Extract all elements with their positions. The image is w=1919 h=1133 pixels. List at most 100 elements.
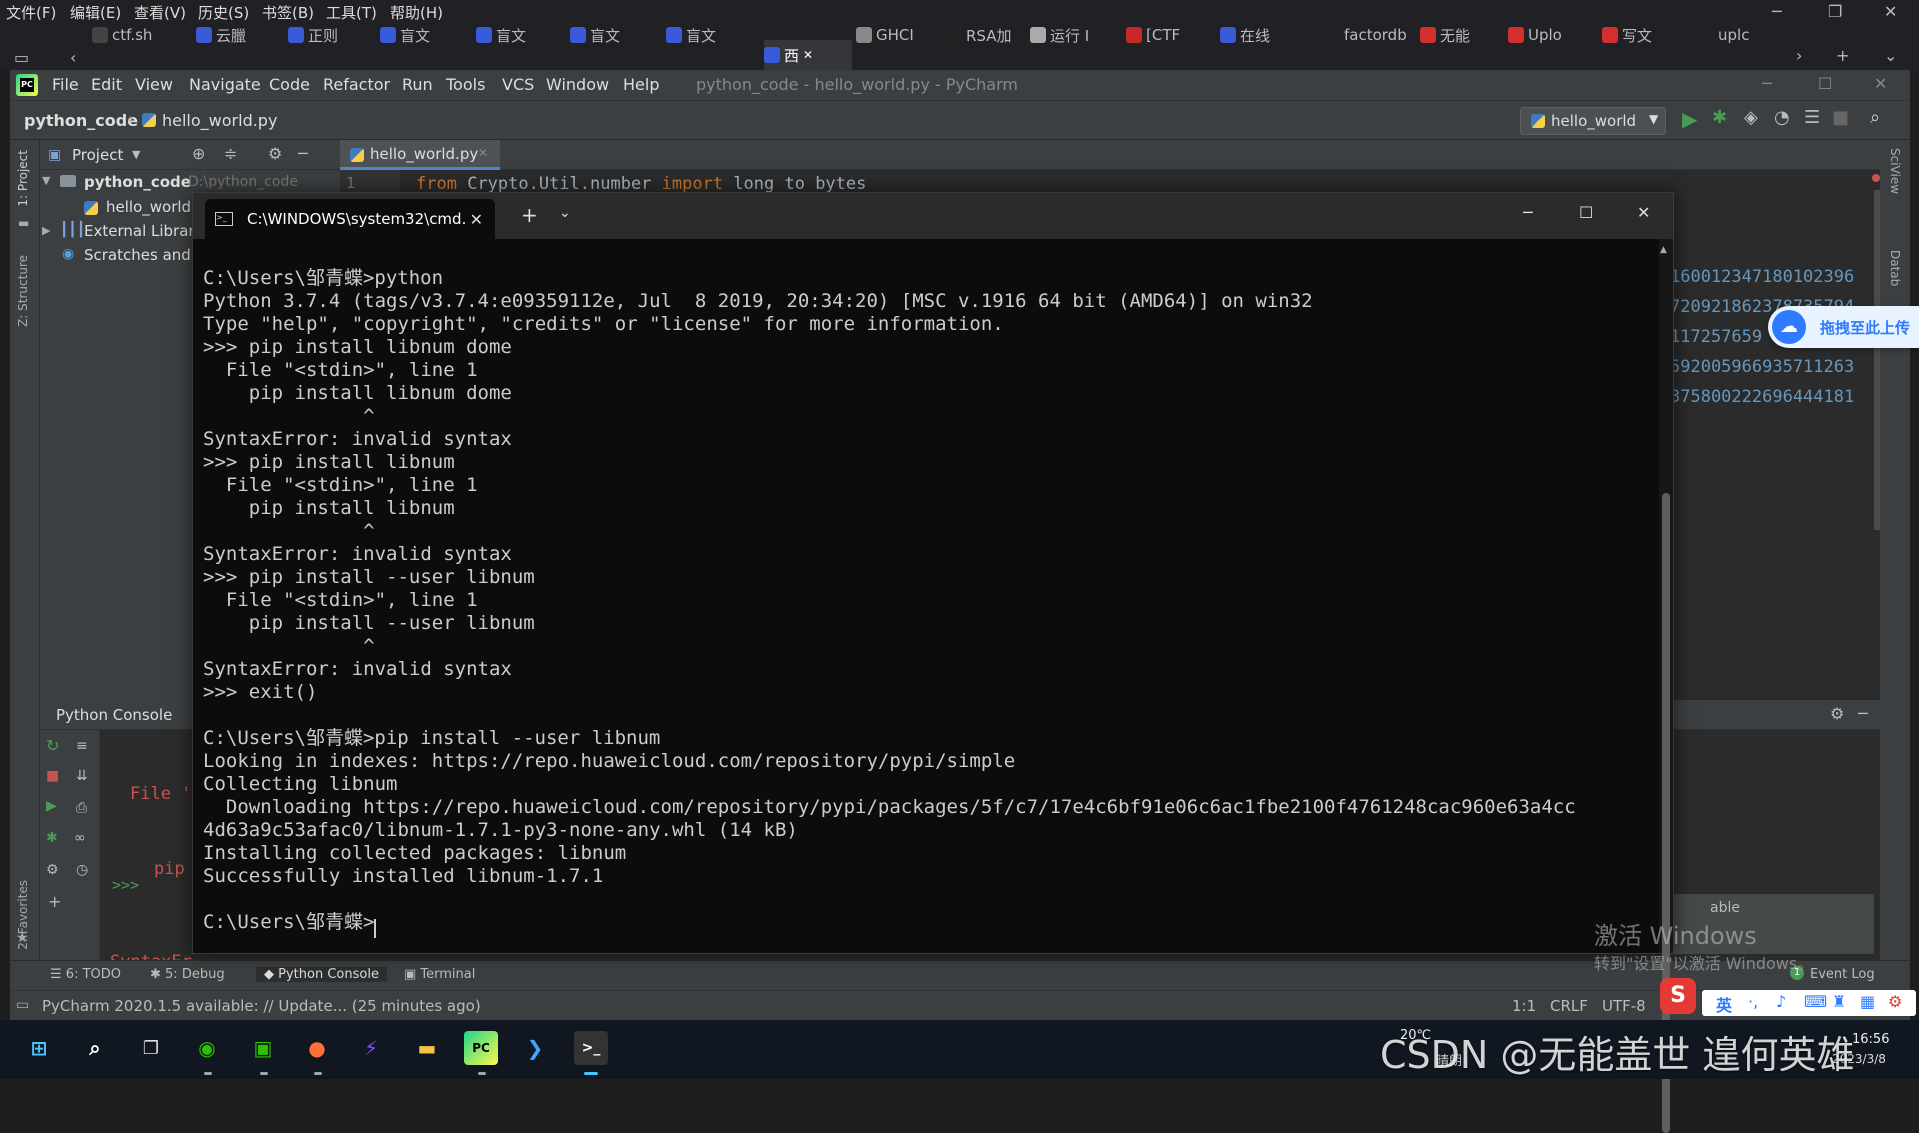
menu-help[interactable]: Help xyxy=(623,75,659,94)
print-icon[interactable]: ⎙ xyxy=(76,800,87,816)
toolbox-icon[interactable]: ▦ xyxy=(1860,992,1875,1011)
console-settings-gear-icon[interactable]: ⚙ xyxy=(1830,704,1844,723)
cmd-title-bar[interactable]: >_ C:\WINDOWS\system32\cmd. ✕ + ⌄ ─ ☐ ✕ xyxy=(193,193,1673,239)
pycharm-taskbar-icon[interactable]: PC xyxy=(464,1031,498,1065)
console-settings-icon[interactable]: ⚙ xyxy=(46,862,59,878)
editor-tab-hello-world[interactable]: hello_world.py ✕ xyxy=(340,140,500,170)
cmd-output[interactable]: C:\Users\邹青蝶>python Python 3.7.4 (tags/v3… xyxy=(193,239,1659,953)
browser-tab[interactable]: Uplo xyxy=(1508,24,1592,46)
browser-tab[interactable]: ctf.sh xyxy=(92,24,188,46)
file-explorer-icon[interactable]: ▬ xyxy=(410,1031,444,1065)
history-clock-icon[interactable]: ◷ xyxy=(76,862,88,878)
tool-python-console[interactable]: ◆ Python Console xyxy=(256,967,387,982)
menu-refactor[interactable]: Refactor xyxy=(323,75,390,94)
status-line-separator[interactable]: CRLF xyxy=(1550,997,1588,1015)
project-panel-title[interactable]: Project xyxy=(72,146,123,164)
new-console-icon[interactable]: + xyxy=(48,892,61,911)
windows-start-icon[interactable]: ⊞ xyxy=(22,1031,56,1065)
browser-menu-help[interactable]: 帮助(H) xyxy=(390,2,443,23)
wechat-icon[interactable]: ◉ xyxy=(190,1031,224,1065)
variables-icon[interactable]: ∞ xyxy=(74,830,86,846)
browser-menu-history[interactable]: 历史(S) xyxy=(198,2,249,23)
soft-wrap-icon[interactable]: ≡ xyxy=(76,738,88,754)
tab-overflow-icon[interactable]: ⌄ xyxy=(1884,46,1897,65)
collapse-all-icon[interactable]: ≑ xyxy=(224,144,237,163)
tool-window-sciview[interactable]: SciView xyxy=(1888,148,1902,194)
cmd-minimize-icon[interactable]: ─ xyxy=(1523,203,1533,222)
tool-window-project[interactable]: 1: Project xyxy=(16,150,30,207)
cmd-scroll-up-icon[interactable]: ▲ xyxy=(1660,245,1667,255)
tool-window-database[interactable]: Datab xyxy=(1888,250,1902,286)
locate-file-icon[interactable]: ⊕ xyxy=(192,144,205,163)
run-icon[interactable]: ▶ xyxy=(1682,107,1697,131)
browser-tab[interactable]: 云臘 xyxy=(196,24,282,46)
menu-tools[interactable]: Tools xyxy=(446,75,485,94)
tree-expand-icon[interactable]: ▶ xyxy=(42,224,50,237)
keyboard-icon[interactable]: ⌨ xyxy=(1804,992,1827,1011)
browser-tab[interactable]: factordb xyxy=(1324,24,1418,46)
ime-mode[interactable]: 英 xyxy=(1716,992,1732,1016)
browser-tab[interactable]: RSA加 xyxy=(946,24,1026,46)
punctuation-icon[interactable]: ·, xyxy=(1748,992,1758,1011)
rerun-icon[interactable]: ↻ xyxy=(46,736,59,755)
tab-scroll-left-icon[interactable]: ‹ xyxy=(70,48,76,67)
tool-window-structure[interactable]: Z: Structure xyxy=(16,255,30,327)
tree-expand-icon[interactable]: ▼ xyxy=(42,174,50,187)
coverage-icon[interactable]: ◈ xyxy=(1744,107,1758,128)
console-title[interactable]: Python Console xyxy=(56,706,172,724)
browser-close-icon[interactable]: ✕ xyxy=(1884,2,1897,21)
pycharm-minimize-icon[interactable]: ─ xyxy=(1762,74,1772,93)
browser-tab[interactable]: 在线 xyxy=(1220,24,1314,46)
stop-console-icon[interactable]: ■ xyxy=(46,768,59,784)
menu-edit[interactable]: Edit xyxy=(91,75,122,94)
browser-minimize-icon[interactable]: ─ xyxy=(1772,2,1782,21)
cmd-close-icon[interactable]: ✕ xyxy=(1637,203,1650,222)
menu-window[interactable]: Window xyxy=(546,75,609,94)
browser-tab[interactable]: 盲文 xyxy=(380,24,466,46)
vscode-icon[interactable]: ❯ xyxy=(518,1031,552,1065)
tool-debug[interactable]: ✱ 5: Debug xyxy=(150,967,225,982)
status-encoding[interactable]: UTF-8 xyxy=(1602,997,1646,1015)
menu-navigate[interactable]: Navigate xyxy=(189,75,261,94)
close-tab-icon[interactable]: ✕ xyxy=(478,146,488,160)
new-tab-icon[interactable]: + xyxy=(1836,46,1849,65)
browser-tab[interactable]: GHCI xyxy=(856,24,940,46)
cmd-dropdown-icon[interactable]: ⌄ xyxy=(559,205,571,221)
cmd-terminal-window[interactable]: >_ C:\WINDOWS\system32\cmd. ✕ + ⌄ ─ ☐ ✕ … xyxy=(192,192,1674,1133)
cmd-maximize-icon[interactable]: ☐ xyxy=(1579,203,1593,222)
browser-restore-icon[interactable]: ❐ xyxy=(1828,2,1842,21)
close-tab-icon[interactable]: ✕ xyxy=(803,48,813,62)
stop-icon[interactable]: ■ xyxy=(1832,107,1849,128)
execute-icon[interactable]: ▶ xyxy=(46,798,57,814)
cmd-tab[interactable]: >_ C:\WINDOWS\system32\cmd. ✕ xyxy=(205,199,495,239)
browser-tab[interactable]: 西 ✕ xyxy=(764,40,852,70)
tab-scroll-right-icon[interactable]: › xyxy=(1796,46,1802,65)
status-update-message[interactable]: PyCharm 2020.1.5 available: // Update...… xyxy=(42,997,481,1015)
profile-icon[interactable]: ◔ xyxy=(1774,107,1790,128)
console-hide-icon[interactable]: ─ xyxy=(1858,704,1868,723)
breadcrumb-project[interactable]: python_code xyxy=(24,111,138,130)
tool-terminal[interactable]: ▣ Terminal xyxy=(404,967,475,982)
menu-view[interactable]: View xyxy=(135,75,173,94)
baidu-upload-widget[interactable]: ☁ 拖拽至此上传 xyxy=(1768,306,1919,348)
browser-tab[interactable]: 运行 I xyxy=(1030,24,1120,46)
browser-menu-tools[interactable]: 工具(T) xyxy=(326,2,377,23)
debug-bug-icon[interactable]: ✱ xyxy=(1712,107,1727,128)
clock-time[interactable]: 16:56 xyxy=(1852,1032,1889,1047)
browser-menu-edit[interactable]: 编辑(E) xyxy=(70,2,121,23)
status-window-icon[interactable]: ▭ xyxy=(16,997,29,1013)
firefox-icon[interactable]: ● xyxy=(300,1031,334,1065)
build-icon[interactable]: ☰ xyxy=(1804,107,1820,128)
hide-panel-icon[interactable]: ─ xyxy=(298,144,308,163)
scroll-to-end-icon[interactable]: ⇊ xyxy=(76,768,88,784)
browser-tab[interactable]: 盲文 xyxy=(570,24,656,46)
project-view-dropdown-icon[interactable]: ▼ xyxy=(132,148,140,161)
menu-code[interactable]: Code xyxy=(269,75,310,94)
browser-tab[interactable]: 正则 xyxy=(288,24,374,46)
power-app-icon[interactable]: ⚡ xyxy=(354,1031,388,1065)
breadcrumb-file[interactable]: hello_world.py xyxy=(162,111,277,130)
menu-vcs[interactable]: VCS xyxy=(502,75,534,94)
browser-tab[interactable]: 写文 xyxy=(1602,24,1690,46)
browser-tab[interactable]: uplc xyxy=(1698,24,1778,46)
menu-run[interactable]: Run xyxy=(402,75,433,94)
